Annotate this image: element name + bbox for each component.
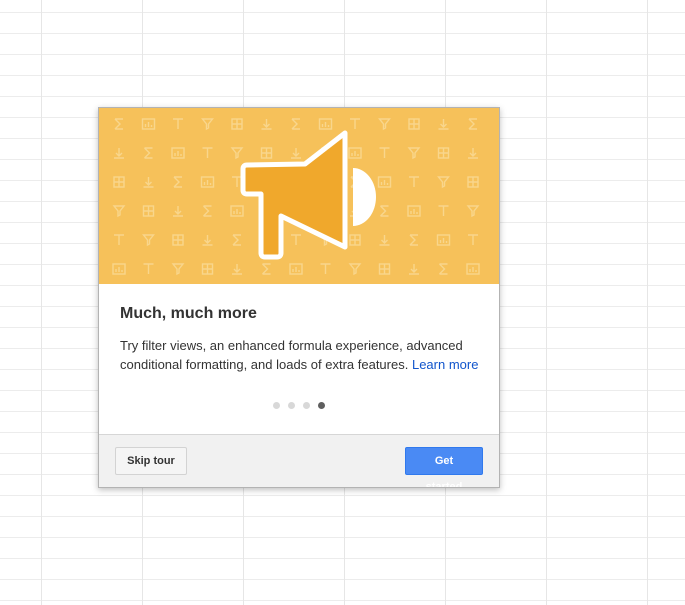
megaphone-icon (240, 130, 376, 260)
tour-description: Try filter views, an enhanced formula ex… (120, 336, 485, 374)
pagination-dot-4[interactable] (318, 402, 325, 409)
pagination-dot-3[interactable] (303, 402, 310, 409)
tour-banner (99, 108, 499, 284)
skip-tour-button[interactable]: Skip tour (115, 447, 187, 475)
tour-pagination (99, 402, 499, 410)
tour-content: Much, much more Try filter views, an enh… (120, 304, 485, 374)
tour-dialog: Much, much more Try filter views, an enh… (98, 107, 500, 488)
tour-title: Much, much more (120, 305, 257, 322)
tour-footer: Skip tour Get started (99, 434, 499, 487)
pagination-dot-1[interactable] (273, 402, 280, 409)
get-started-button[interactable]: Get started (405, 447, 483, 487)
learn-more-link[interactable]: Learn more (412, 357, 478, 372)
pagination-dot-2[interactable] (288, 402, 295, 409)
